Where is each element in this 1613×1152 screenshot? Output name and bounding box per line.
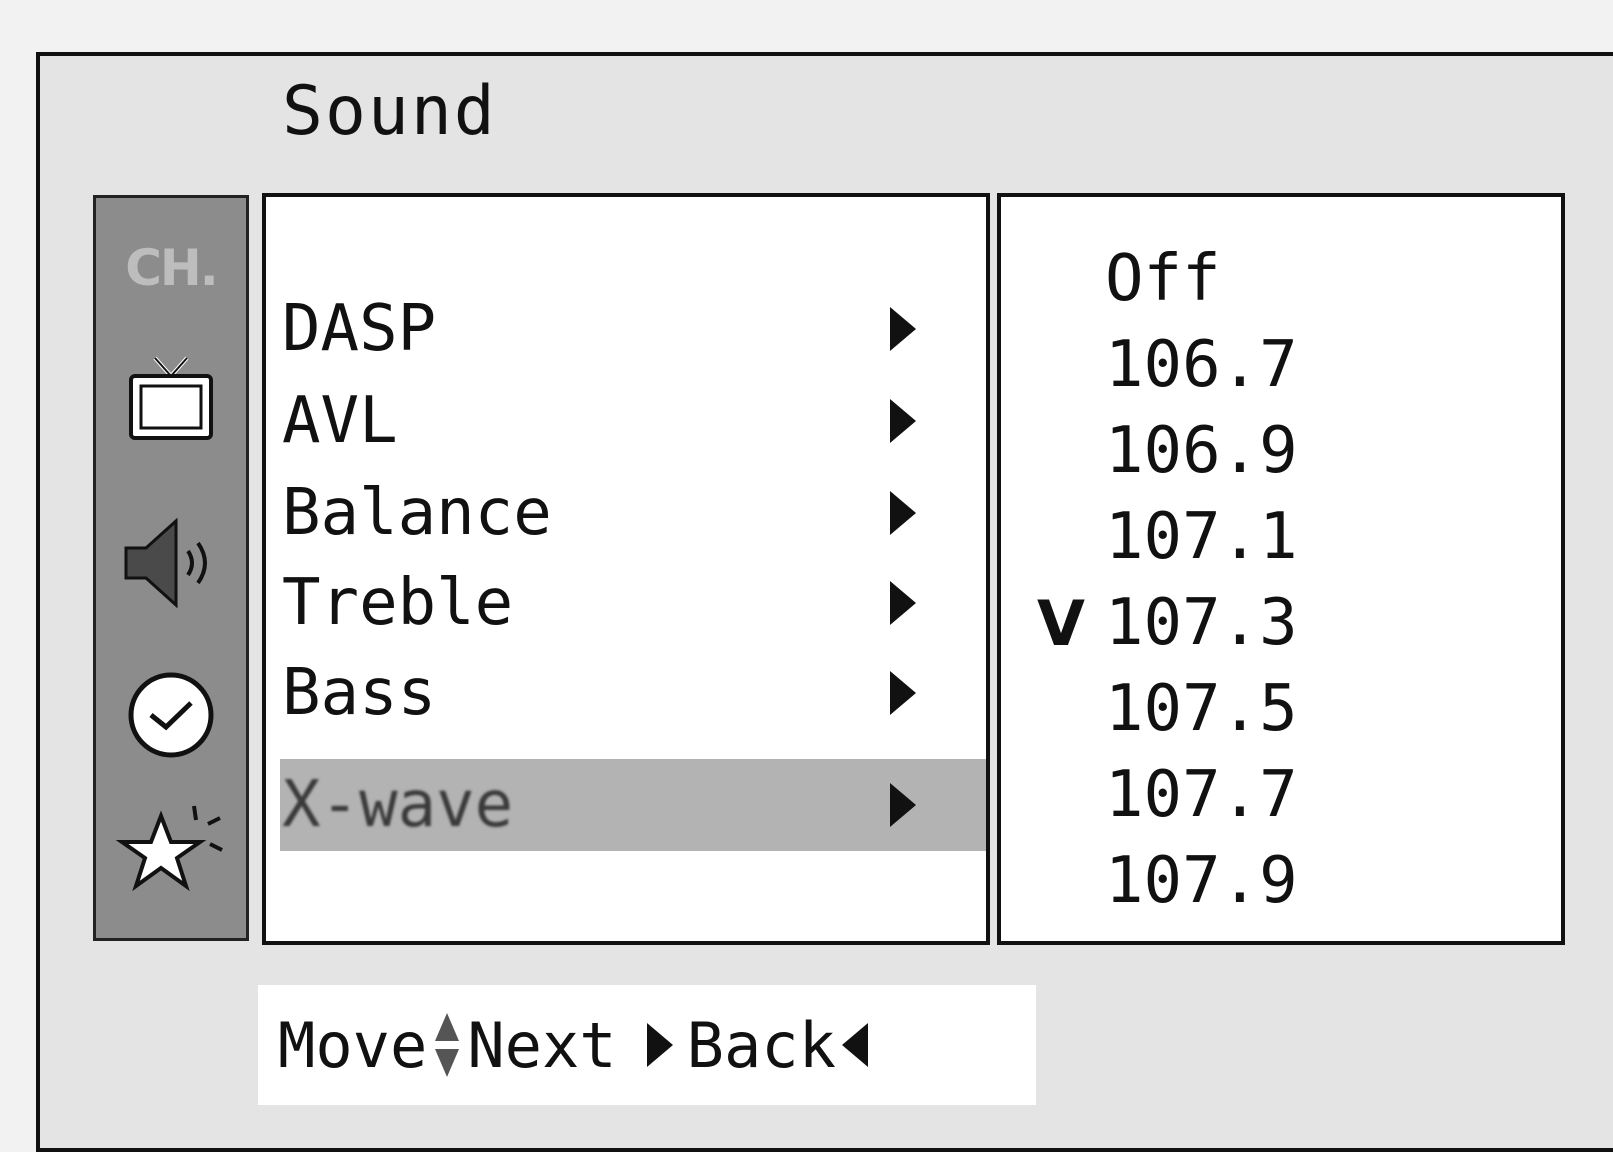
check-mark-icon: V xyxy=(1037,586,1085,660)
arrow-right-icon xyxy=(890,671,916,715)
arrow-right-icon xyxy=(890,581,916,625)
speaker-icon xyxy=(124,517,207,609)
option-label: Off xyxy=(1105,242,1221,316)
option-item[interactable]: 107.5 xyxy=(1021,665,1561,753)
back-hint-label: Back xyxy=(686,1008,836,1082)
x-wave-options-list: Off 106.7 106.9 107.1 V 107.3 107.5 107.… xyxy=(997,193,1565,945)
option-label: 106.9 xyxy=(1105,414,1298,488)
clock-icon xyxy=(128,672,214,758)
menu-item-label: Balance xyxy=(282,476,552,550)
option-item[interactable]: 106.7 xyxy=(1021,321,1561,409)
menu-item-label: X-wave xyxy=(282,768,514,842)
menu-item-avl[interactable]: AVL xyxy=(280,377,986,465)
sidebar-item-time[interactable] xyxy=(96,663,246,763)
menu-item-balance[interactable]: Balance xyxy=(280,469,986,557)
sidebar-item-special[interactable] xyxy=(96,793,246,903)
sidebar-item-picture[interactable] xyxy=(96,343,246,453)
menu-item-label: AVL xyxy=(282,384,398,458)
option-item[interactable]: 106.9 xyxy=(1021,407,1561,495)
option-label: 107.7 xyxy=(1105,758,1298,832)
star-icon xyxy=(116,805,223,892)
move-hint-label: Move xyxy=(278,1008,428,1082)
arrow-right-icon xyxy=(890,307,916,351)
option-label: 107.3 xyxy=(1105,586,1298,660)
option-item[interactable]: Off xyxy=(1021,235,1561,323)
arrow-right-icon xyxy=(890,783,916,827)
menu-item-label: Treble xyxy=(282,566,514,640)
sound-menu-list: DASP AVL Balance Treble Bass X-wave xyxy=(262,193,990,945)
ch-text-icon: CH. xyxy=(125,239,219,297)
menu-item-label: Bass xyxy=(282,656,437,730)
sidebar-item-sound[interactable] xyxy=(96,508,246,618)
tv-icon xyxy=(129,356,213,440)
sidebar-item-channel[interactable]: CH. xyxy=(96,238,246,298)
up-down-arrow-icon xyxy=(429,1005,465,1085)
option-label: 106.7 xyxy=(1105,328,1298,402)
category-sidebar: CH. xyxy=(93,195,249,941)
arrow-right-icon xyxy=(646,1023,673,1067)
option-item[interactable]: 107.7 xyxy=(1021,751,1561,839)
menu-item-dasp[interactable]: DASP xyxy=(280,285,986,373)
option-item-selected[interactable]: V 107.3 xyxy=(1021,579,1561,667)
navigation-hint-bar: Move Next Back xyxy=(258,985,1036,1105)
option-label: 107.9 xyxy=(1105,844,1298,918)
menu-item-treble[interactable]: Treble xyxy=(280,559,986,647)
arrow-right-icon xyxy=(890,399,916,443)
option-item[interactable]: 107.9 xyxy=(1021,837,1561,925)
option-label: 107.5 xyxy=(1105,672,1298,746)
arrow-right-icon xyxy=(890,491,916,535)
menu-item-bass[interactable]: Bass xyxy=(280,649,986,737)
option-item[interactable]: 107.1 xyxy=(1021,493,1561,581)
menu-item-x-wave[interactable]: X-wave xyxy=(280,759,986,851)
next-hint-label: Next xyxy=(467,1008,617,1082)
menu-item-label: DASP xyxy=(282,292,437,366)
menu-title: Sound xyxy=(282,72,497,151)
option-label: 107.1 xyxy=(1105,500,1298,574)
arrow-left-icon xyxy=(841,1023,868,1067)
